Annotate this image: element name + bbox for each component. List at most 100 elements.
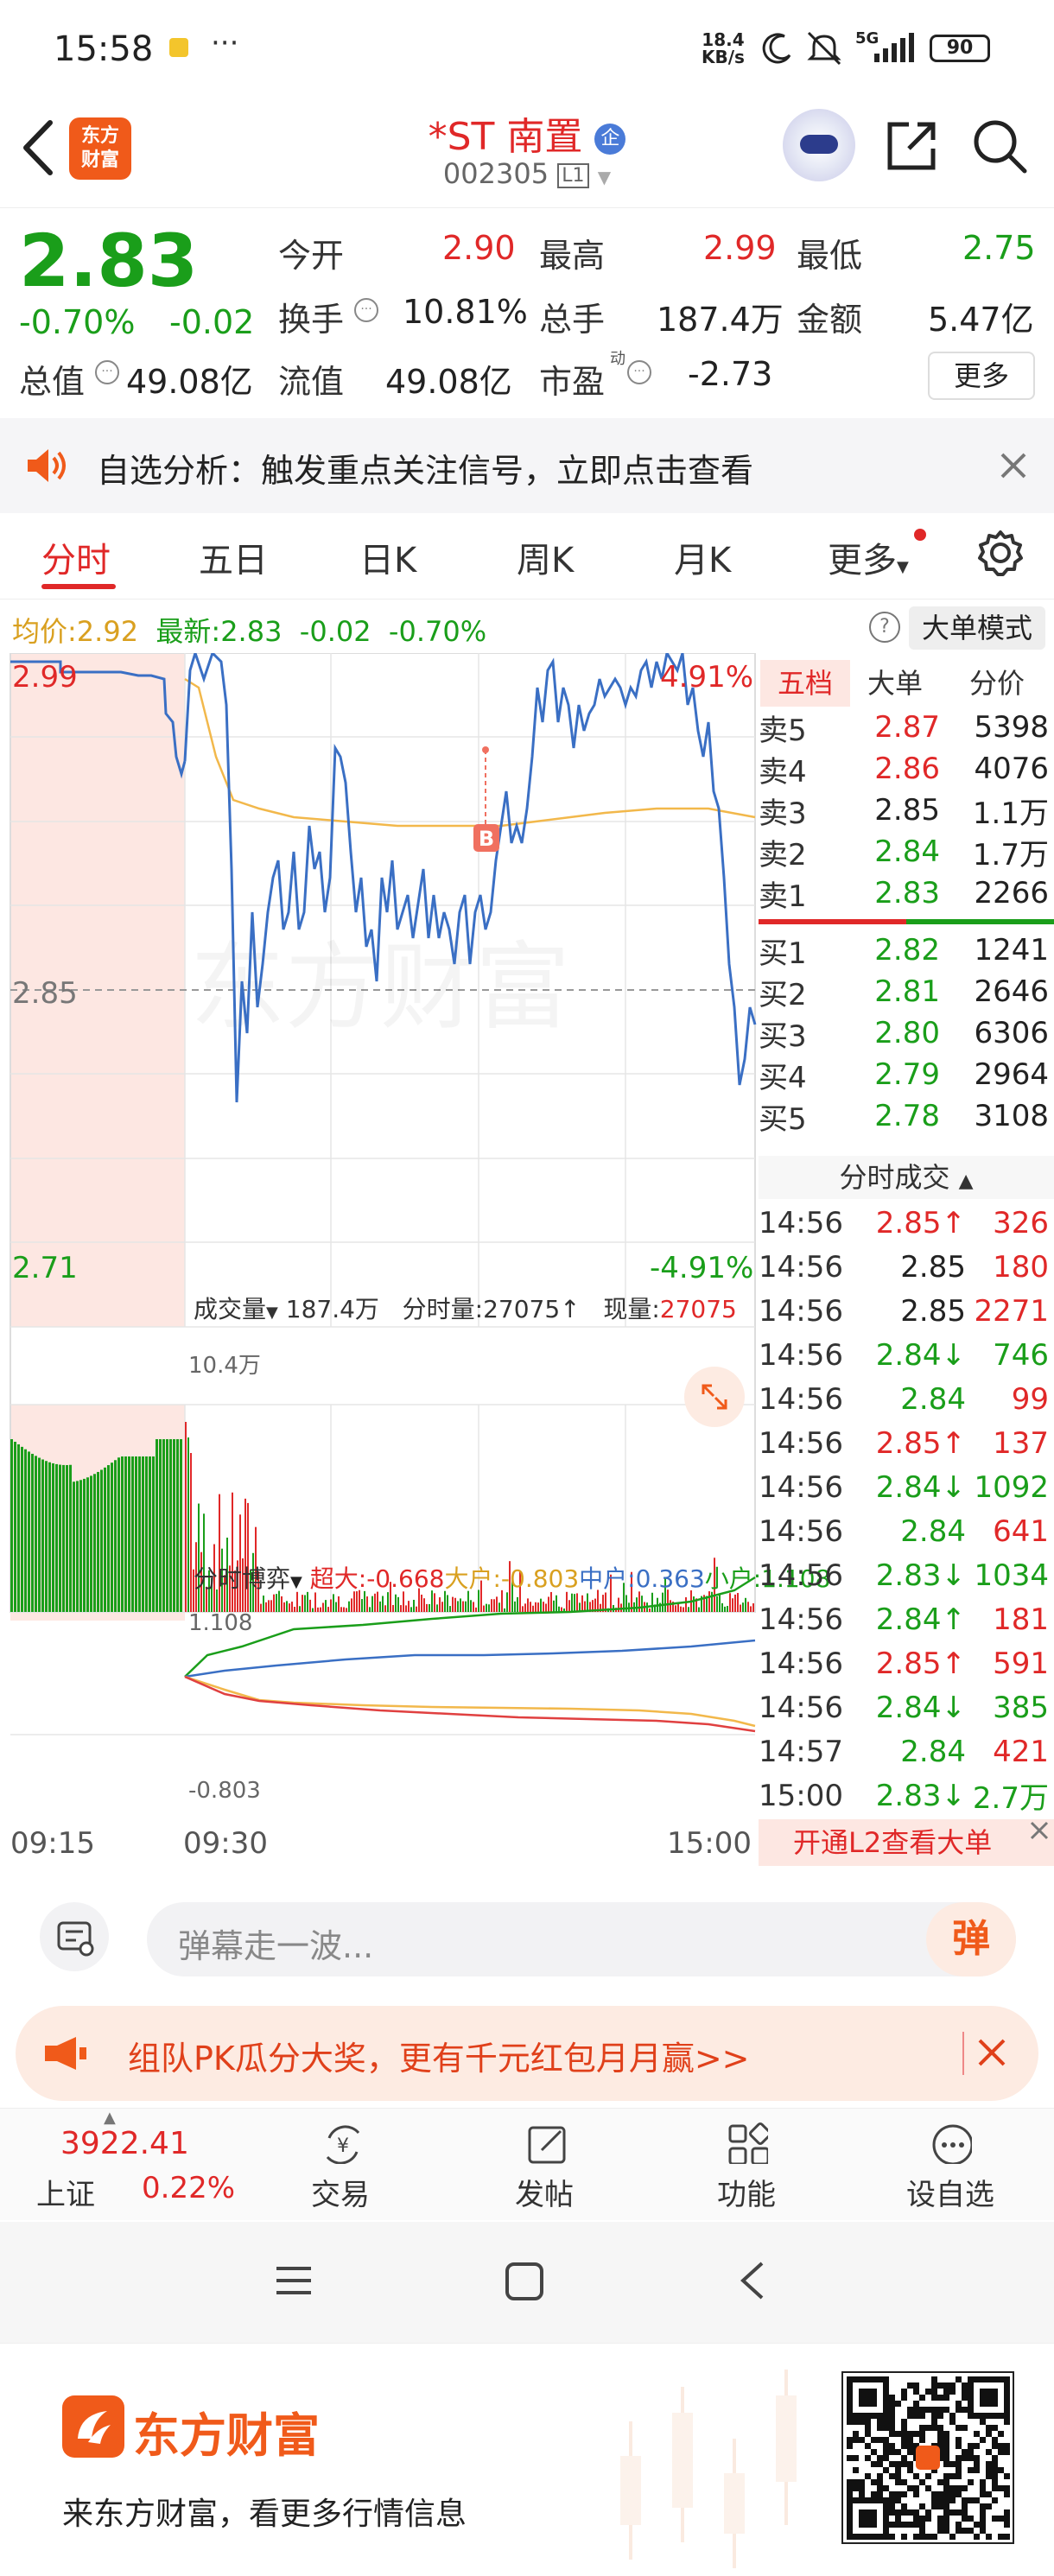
info-icon[interactable]: ··· bbox=[354, 298, 378, 322]
high-label: 最高 bbox=[539, 237, 606, 275]
close-icon[interactable] bbox=[999, 451, 1028, 480]
index-ticker[interactable]: ▲ 3922.41 上证 0.22% bbox=[0, 2109, 235, 2221]
volume-bar bbox=[581, 1595, 583, 1612]
signal-notice[interactable]: 自选分析：触发重点关注信号，立即点击查看 bbox=[0, 418, 1054, 513]
ask-row[interactable]: 卖1 2.83 2266 bbox=[759, 872, 1054, 914]
volume-header[interactable]: 成交量▼ 187.4万 分时量:27075↑ 现量:27075 bbox=[194, 1291, 737, 1325]
bid-row[interactable]: 买5 2.78 3108 bbox=[759, 1095, 1054, 1137]
tab-intraday[interactable]: 分时 bbox=[41, 532, 111, 582]
bid-row[interactable]: 买2 2.81 2646 bbox=[759, 971, 1054, 1012]
candlestick-decoration bbox=[620, 2370, 797, 2568]
volume-bar bbox=[86, 1477, 89, 1612]
volume-bar bbox=[693, 1596, 695, 1612]
expand-icon[interactable] bbox=[684, 1367, 745, 1427]
tab-daily-k[interactable]: 日K bbox=[359, 532, 416, 582]
ask-price: 2.87 bbox=[874, 710, 940, 745]
tick-row: 14:57 2.84 421 bbox=[759, 1729, 1054, 1773]
volume-bar bbox=[517, 1596, 518, 1612]
ask-row[interactable]: 卖2 2.84 1.7万 bbox=[759, 831, 1054, 872]
volume-bar bbox=[14, 1441, 16, 1612]
tick-price: 2.83↓ bbox=[875, 1558, 966, 1593]
price-low-label: 2.71 bbox=[12, 1251, 78, 1285]
volume-bar bbox=[176, 1439, 179, 1612]
volume-bar bbox=[504, 1608, 505, 1612]
enterprise-badge: 企 bbox=[594, 124, 626, 155]
tab-weekly-k[interactable]: 周K bbox=[517, 532, 574, 582]
danmaku-send-button[interactable]: 弹 bbox=[926, 1902, 1016, 1976]
ticks-header[interactable]: 分时成交 ▲ bbox=[759, 1156, 1054, 1199]
tab-five-day[interactable]: 五日 bbox=[199, 532, 268, 582]
volume-bar bbox=[273, 1594, 275, 1612]
volume-bar bbox=[486, 1603, 487, 1612]
grid-icon bbox=[728, 2122, 771, 2166]
more-button[interactable]: 更多 bbox=[928, 352, 1035, 400]
tab-more[interactable]: 更多▼ bbox=[828, 532, 909, 582]
nav-functions[interactable]: 功能 bbox=[660, 2109, 833, 2221]
tab-big-orders[interactable]: 大单 bbox=[867, 660, 923, 707]
nav-trade[interactable]: ¥ 交易 bbox=[254, 2109, 427, 2221]
volume-bar bbox=[724, 1606, 726, 1612]
ask-volume: 4076 bbox=[974, 752, 1049, 786]
volume-bar bbox=[190, 1453, 192, 1612]
volume-bar bbox=[553, 1600, 555, 1612]
tick-volume: 1034 bbox=[974, 1558, 1049, 1593]
tab-monthly-k[interactable]: 月K bbox=[674, 532, 731, 582]
danmaku-settings-icon[interactable] bbox=[40, 1902, 109, 1971]
volume-bar bbox=[395, 1594, 397, 1612]
edit-icon bbox=[528, 2126, 566, 2164]
amount-value: 5.47亿 bbox=[928, 301, 1034, 339]
volume-bar bbox=[379, 1601, 381, 1612]
volume-bar bbox=[117, 1457, 120, 1612]
ask-row[interactable]: 卖5 2.87 5398 bbox=[759, 707, 1054, 748]
home-icon[interactable] bbox=[505, 2262, 544, 2301]
tab-five-levels[interactable]: 五档 bbox=[760, 660, 850, 707]
pe-dynamic-tag: 动 bbox=[610, 350, 625, 368]
bid-price: 2.81 bbox=[874, 974, 940, 1009]
back-nav-icon[interactable] bbox=[736, 2260, 771, 2301]
menu-icon[interactable] bbox=[273, 2260, 314, 2301]
pe-value: -2.73 bbox=[688, 355, 773, 393]
info-icon[interactable]: ··· bbox=[627, 360, 651, 384]
battery-indicator: 90 bbox=[930, 35, 990, 62]
bid-row[interactable]: 买4 2.79 2964 bbox=[759, 1054, 1054, 1095]
volume-value: 187.4万 bbox=[657, 301, 784, 339]
close-icon[interactable] bbox=[1028, 1819, 1051, 1842]
tick-time: 14:56 bbox=[759, 1205, 843, 1240]
l2-upgrade-banner[interactable]: 开通L2查看大单 bbox=[759, 1819, 1054, 1866]
volume-bar bbox=[121, 1456, 124, 1612]
volume-bar bbox=[556, 1595, 557, 1612]
volume-bar bbox=[392, 1604, 394, 1612]
search-icon[interactable] bbox=[971, 117, 1028, 174]
volume-bar bbox=[636, 1597, 638, 1612]
volume-bar bbox=[377, 1591, 378, 1612]
nav-post[interactable]: 发帖 bbox=[458, 2109, 631, 2221]
ask-row[interactable]: 卖3 2.85 1.1万 bbox=[759, 790, 1054, 831]
volume-bar bbox=[548, 1596, 549, 1612]
tick-price: 2.84 bbox=[900, 1381, 966, 1417]
ticks-list[interactable]: 14:56 2.85↑ 326 14:56 2.85 180 14:56 2.85 2271 14… bbox=[759, 1201, 1054, 1818]
tick-volume: 1092 bbox=[974, 1469, 1049, 1505]
turnover-label: 换手 bbox=[278, 301, 345, 339]
qr-code[interactable] bbox=[841, 2371, 1014, 2544]
price-chart-svg[interactable]: 东方财富 B bbox=[0, 653, 759, 1850]
nav-add-watchlist[interactable]: 设自选 bbox=[864, 2109, 1037, 2221]
volume-bar bbox=[294, 1607, 295, 1612]
ask-row[interactable]: 卖4 2.86 4076 bbox=[759, 748, 1054, 790]
close-icon[interactable] bbox=[976, 2037, 1007, 2068]
share-icon[interactable] bbox=[883, 117, 940, 174]
open-value: 2.90 bbox=[442, 229, 516, 267]
tick-price: 2.84 bbox=[900, 1513, 966, 1549]
danmaku-input[interactable]: 弹幕走一波... bbox=[147, 1902, 1016, 1976]
bid-row[interactable]: 买1 2.82 1241 bbox=[759, 930, 1054, 971]
tick-time: 14:56 bbox=[759, 1602, 843, 1637]
volume-bar bbox=[260, 1603, 262, 1612]
bid-row[interactable]: 买3 2.80 6306 bbox=[759, 1012, 1054, 1054]
tick-time: 14:56 bbox=[759, 1381, 843, 1417]
promo-banner[interactable]: 组队PK瓜分大奖，更有千元红包月月赢>> bbox=[16, 2006, 1038, 2101]
time-label-close: 15:00 bbox=[667, 1826, 752, 1861]
game-header[interactable]: 分时博弈▼ 超大:-0.668大户:-0.803中户:0.363小户:1.108 bbox=[194, 1560, 830, 1595]
settings-gear-icon[interactable] bbox=[976, 529, 1025, 577]
info-icon[interactable]: ··· bbox=[95, 360, 119, 384]
tab-price-dist[interactable]: 分价 bbox=[969, 660, 1025, 707]
robot-avatar-icon[interactable] bbox=[783, 109, 855, 181]
